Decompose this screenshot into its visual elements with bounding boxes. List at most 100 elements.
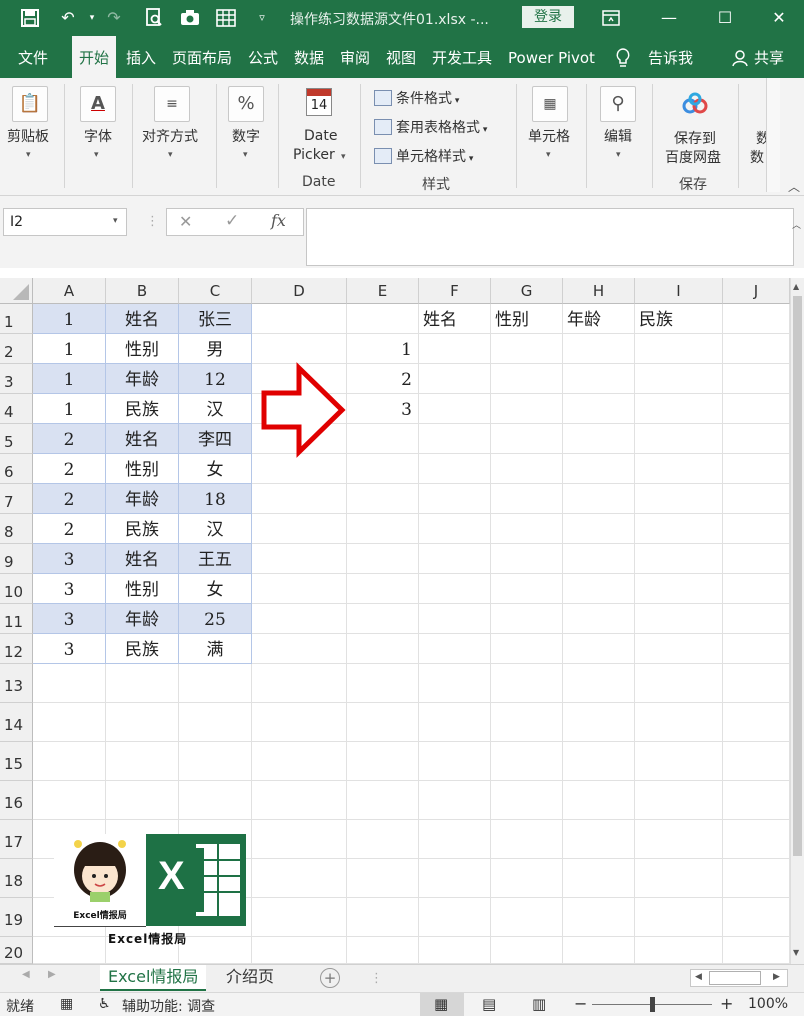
cancel-icon[interactable]: ✕ (179, 212, 192, 231)
grid-cell[interactable] (252, 574, 347, 604)
name-box[interactable]: I2 (3, 208, 127, 236)
row-header[interactable]: 1 (0, 304, 33, 334)
grid-cell[interactable]: 姓名 (106, 304, 179, 334)
grid-cell[interactable] (419, 604, 491, 634)
column-header[interactable]: I (635, 278, 723, 304)
grid-cell[interactable]: 男 (179, 334, 252, 364)
grid-cell[interactable] (563, 454, 635, 484)
grid-cell[interactable]: 2 (347, 364, 419, 394)
lightbulb-icon[interactable] (616, 36, 630, 78)
grid-cell[interactable] (723, 514, 790, 544)
tab-home[interactable]: 开始 (72, 36, 117, 78)
select-all-corner[interactable] (0, 278, 33, 304)
grid-cell[interactable] (491, 604, 563, 634)
grid-cell[interactable] (33, 742, 106, 781)
more-label-2[interactable]: 数 (750, 147, 764, 167)
grid-cell[interactable]: 性别 (106, 334, 179, 364)
grid-cell[interactable] (347, 898, 419, 937)
grid-cell[interactable]: 汉 (179, 394, 252, 424)
tab-power-pivot[interactable]: Power Pivot (508, 36, 595, 78)
grid-cell[interactable]: 李四 (179, 424, 252, 454)
prev-sheet-icon[interactable]: ◀ (22, 969, 30, 980)
sheet-tab-intro[interactable]: 介绍页 (218, 965, 282, 991)
grid-cell[interactable]: 18 (179, 484, 252, 514)
grid-cell[interactable] (347, 937, 419, 964)
grid-cell[interactable] (563, 937, 635, 964)
grid-cell[interactable] (347, 604, 419, 634)
grid-cell[interactable]: 民族 (106, 514, 179, 544)
row-header[interactable]: 4 (0, 394, 33, 424)
grid-cell[interactable]: 3 (33, 574, 106, 604)
row-header[interactable]: 17 (0, 820, 33, 859)
ribbon-scroll[interactable] (766, 78, 780, 192)
column-header[interactable]: J (723, 278, 790, 304)
grid-cell[interactable] (563, 820, 635, 859)
redo-icon[interactable]: ↷ (102, 6, 126, 30)
row-header[interactable]: 11 (0, 604, 33, 634)
grid-cell[interactable] (252, 937, 347, 964)
grid-cell[interactable] (347, 742, 419, 781)
row-header[interactable]: 6 (0, 454, 33, 484)
grid-cell[interactable] (347, 304, 419, 334)
grid-cell[interactable]: 3 (33, 604, 106, 634)
scroll-thumb[interactable] (793, 296, 802, 856)
close-icon[interactable]: ✕ (764, 6, 794, 30)
grid-cell[interactable]: 满 (179, 634, 252, 664)
undo-icon[interactable]: ↶ (56, 6, 80, 30)
grid-cell[interactable] (252, 664, 347, 703)
grid-cell[interactable] (419, 859, 491, 898)
grid-cell[interactable] (419, 820, 491, 859)
grid-cell[interactable] (347, 781, 419, 820)
zoom-level[interactable]: 100% (748, 996, 788, 1012)
grid-cell[interactable] (252, 334, 347, 364)
grid-cell[interactable] (491, 937, 563, 964)
grid-cell[interactable] (635, 742, 723, 781)
grid-cell[interactable] (723, 781, 790, 820)
confirm-icon[interactable]: ✓ (225, 211, 239, 231)
grid-cell[interactable] (179, 703, 252, 742)
grid-cell[interactable] (491, 781, 563, 820)
grid-cell[interactable] (419, 574, 491, 604)
grid-cell[interactable] (419, 364, 491, 394)
collapse-ribbon-icon[interactable]: ︿ (788, 178, 800, 195)
formula-input[interactable] (306, 208, 794, 266)
align-icon[interactable]: ≡ (154, 86, 190, 122)
grid-cell[interactable] (347, 514, 419, 544)
accessibility-icon[interactable]: ♿ (98, 996, 111, 1012)
grid-cell[interactable] (491, 664, 563, 703)
grid-cell[interactable] (252, 703, 347, 742)
grid-cell[interactable] (723, 634, 790, 664)
row-header[interactable]: 7 (0, 484, 33, 514)
tab-file[interactable]: 文件 (18, 36, 48, 78)
grid-cell[interactable]: 民族 (106, 394, 179, 424)
grid-cell[interactable]: 1 (33, 334, 106, 364)
grid-cell[interactable] (635, 634, 723, 664)
grid-cell[interactable] (491, 898, 563, 937)
grid-cell[interactable] (252, 544, 347, 574)
grid-cell[interactable] (491, 703, 563, 742)
clipboard-label[interactable]: 剪贴板 (7, 126, 49, 146)
grid-cell[interactable] (723, 937, 790, 964)
grid-cell[interactable]: 汉 (179, 514, 252, 544)
grid-cell[interactable] (347, 574, 419, 604)
grid-cell[interactable]: 25 (179, 604, 252, 634)
macro-record-icon[interactable]: ▦ (60, 996, 73, 1012)
grid-cell[interactable] (723, 334, 790, 364)
grid-cell[interactable] (252, 742, 347, 781)
column-header[interactable]: H (563, 278, 635, 304)
insert-function-icon[interactable]: fx (271, 211, 286, 230)
grid-cell[interactable] (179, 664, 252, 703)
grid-cell[interactable]: 王五 (179, 544, 252, 574)
grid-cell[interactable] (491, 364, 563, 394)
scroll-left-icon[interactable]: ◀ (695, 972, 702, 982)
grid-cell[interactable] (563, 484, 635, 514)
row-header[interactable]: 5 (0, 424, 33, 454)
next-sheet-icon[interactable]: ▶ (48, 969, 56, 980)
grid-cell[interactable]: 2 (33, 424, 106, 454)
grid-cell[interactable] (491, 484, 563, 514)
grid-cell[interactable] (347, 544, 419, 574)
expand-formula-icon[interactable]: ︿ (792, 218, 801, 231)
grid-cell[interactable] (33, 703, 106, 742)
zoom-slider-thumb[interactable] (650, 997, 655, 1012)
grid-cell[interactable] (635, 484, 723, 514)
